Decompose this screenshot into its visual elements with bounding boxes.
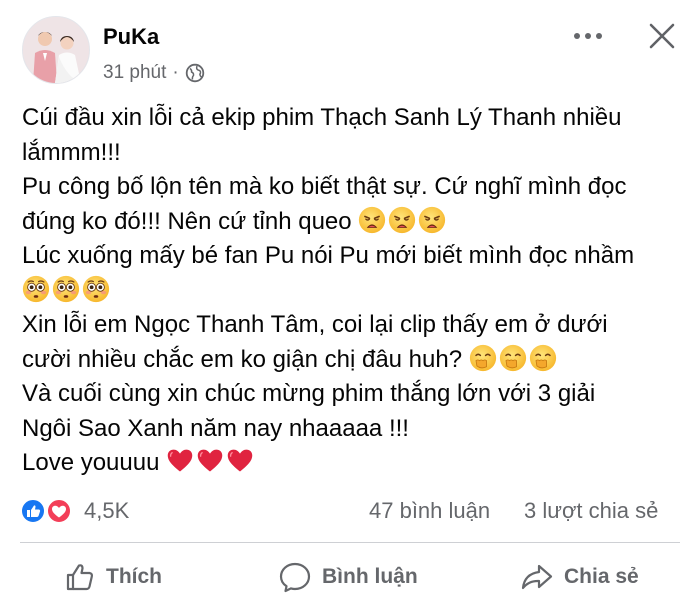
share-count[interactable]: 3 lượt chia sẻ [524, 498, 658, 524]
post-line-text: đúng ko đó!!! Nên cứ tỉnh queo [22, 207, 352, 235]
more-options-button[interactable] [570, 26, 606, 46]
action-bar: Thích Bình luận Chia sẻ [0, 548, 700, 606]
like-reaction-icon [20, 498, 46, 524]
comment-button-label: Bình luận [322, 565, 418, 588]
post-time[interactable]: 31 phút [103, 62, 166, 84]
post-line: Pu công bố lộn tên mà ko biết thật sự. C… [22, 173, 627, 200]
globe-icon[interactable] [185, 63, 205, 83]
post-line: Lúc xuống mấy bé fan Pu nói Pu mới biết … [22, 242, 635, 269]
comment-count[interactable]: 47 bình luận [369, 498, 490, 524]
post-meta: 31 phút · [103, 62, 205, 84]
weary-face-emoji [418, 206, 446, 234]
meta-separator: · [172, 62, 179, 83]
reaction-count[interactable]: 4,5K [84, 498, 129, 524]
like-button-label: Thích [106, 565, 162, 588]
author-name[interactable]: PuKa [103, 24, 159, 50]
post-header: PuKa 31 phút · [0, 0, 700, 96]
post-line-text: cười nhiều chắc em ko giận chị đâu huh? [22, 345, 463, 373]
avatar-photo [23, 17, 89, 83]
divider [20, 542, 680, 543]
more-dot-icon [585, 33, 591, 39]
face-with-hand-over-mouth-emoji [469, 344, 497, 372]
more-dot-icon [574, 33, 580, 39]
share-button[interactable]: Chia sẻ [520, 548, 639, 606]
comment-bubble-icon [279, 562, 311, 593]
thumbs-up-icon [66, 564, 94, 591]
face-with-hand-over-mouth-emoji [529, 344, 557, 372]
comment-button[interactable]: Bình luận [278, 548, 418, 606]
face-with-hand-over-mouth-emoji [499, 344, 527, 372]
share-arrow-icon [521, 564, 553, 590]
avatar[interactable] [22, 16, 90, 84]
post-stats: 4,5K 47 bình luận 3 lượt chia sẻ [0, 494, 700, 528]
red-heart-emoji [226, 447, 254, 475]
flushed-face-emoji [22, 275, 50, 303]
close-icon [649, 23, 675, 49]
share-button-label: Chia sẻ [564, 565, 639, 588]
love-reaction-icon [46, 498, 72, 524]
emoji-line [22, 274, 682, 309]
close-button[interactable] [648, 22, 676, 50]
red-heart-emoji [196, 447, 224, 475]
red-heart-emoji [166, 447, 194, 475]
post-line-with-emoji: đúng ko đó!!! Nên cứ tỉnh queo [22, 205, 682, 240]
flushed-face-emoji [82, 275, 110, 303]
post-line: Cúi đầu xin lỗi cả ekip phim Thạch Sanh … [22, 104, 622, 131]
post-line: Và cuối cùng xin chúc mừng phim thắng lớ… [22, 380, 596, 407]
like-button[interactable]: Thích [64, 548, 162, 606]
weary-face-emoji [388, 206, 416, 234]
post-line: lắmmm!!! [22, 138, 121, 166]
post-line-text: Love youuuu [22, 449, 160, 476]
post-body: Cúi đầu xin lỗi cả ekip phim Thạch Sanh … [22, 101, 682, 481]
post-line-with-emoji: Love youuuu [22, 446, 682, 481]
post-line: Ngôi Sao Xanh năm nay nhaaaaa !!! [22, 414, 409, 442]
reaction-icons[interactable] [20, 498, 76, 524]
flushed-face-emoji [52, 275, 80, 303]
post-line: Xin lỗi em Ngọc Thanh Tâm, coi lại clip … [22, 311, 608, 338]
more-dot-icon [596, 33, 602, 39]
post-line-with-emoji: cười nhiều chắc em ko giận chị đâu huh? [22, 343, 682, 378]
weary-face-emoji [358, 206, 386, 234]
